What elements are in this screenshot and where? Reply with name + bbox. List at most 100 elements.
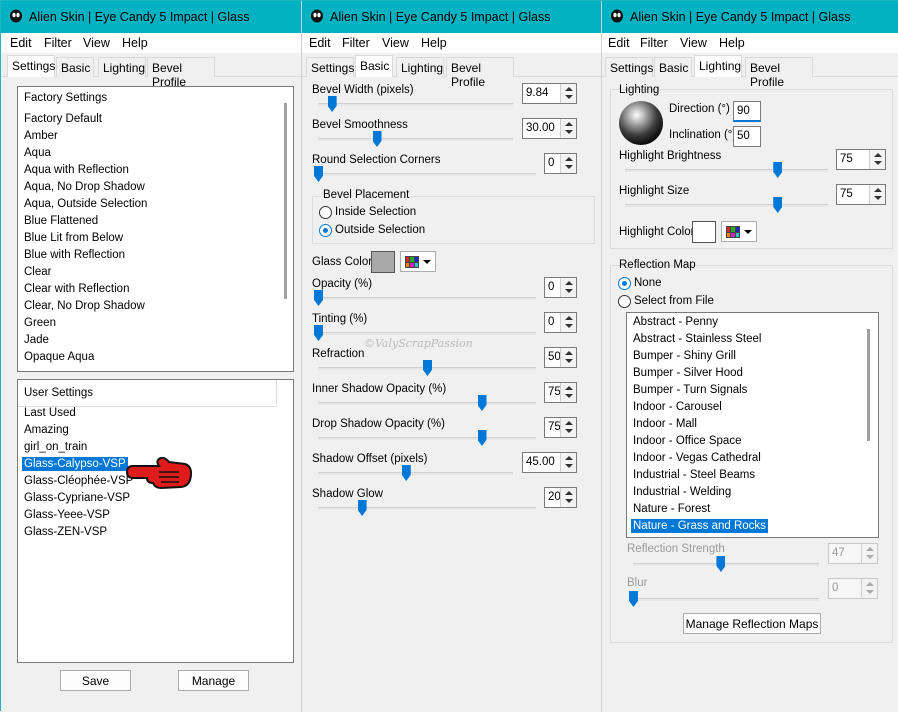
inside-selection-label[interactable]: Inside Selection bbox=[335, 206, 416, 218]
menu-view[interactable]: View bbox=[382, 36, 409, 50]
list-item[interactable]: Glass-ZEN-VSP bbox=[24, 526, 107, 538]
list-item[interactable]: Aqua, Outside Selection bbox=[24, 198, 147, 210]
blur-value[interactable]: 0 bbox=[832, 582, 838, 594]
tab-lighting[interactable]: Lighting bbox=[694, 55, 742, 77]
list-item[interactable]: Indoor - Vegas Cathedral bbox=[633, 452, 761, 464]
drop-shadow-thumb[interactable] bbox=[477, 430, 487, 446]
highlight-color-palette-button[interactable] bbox=[721, 221, 757, 242]
list-item[interactable]: Glass-Cypriane-VSP bbox=[24, 492, 130, 504]
tab-lighting[interactable]: Lighting bbox=[396, 57, 444, 77]
list-item[interactable]: girl_on_train bbox=[24, 441, 87, 453]
menu-help[interactable]: Help bbox=[719, 36, 745, 50]
list-item[interactable]: Aqua with Reflection bbox=[24, 164, 129, 176]
highlight-size-spinner[interactable]: 75 bbox=[836, 184, 886, 205]
bevel-width-value[interactable]: 9.84 bbox=[526, 87, 548, 99]
menu-filter[interactable]: Filter bbox=[640, 36, 668, 50]
bevel-smoothness-spinner[interactable]: 30.00 bbox=[522, 118, 577, 139]
manage-button[interactable]: Manage bbox=[178, 670, 249, 691]
spinner-arrows[interactable] bbox=[560, 278, 576, 297]
highlight-brightness-spinner[interactable]: 75 bbox=[836, 149, 886, 170]
shadow-glow-thumb[interactable] bbox=[357, 500, 367, 516]
list-item[interactable]: Green bbox=[24, 317, 56, 329]
inner-shadow-thumb[interactable] bbox=[477, 395, 487, 411]
spinner-arrows[interactable] bbox=[560, 453, 576, 472]
list-item[interactable]: Blue with Reflection bbox=[24, 249, 125, 261]
round-corners-slider[interactable] bbox=[318, 173, 536, 176]
highlight-size-slider[interactable] bbox=[625, 204, 828, 207]
reflection-from-file-radio[interactable] bbox=[618, 295, 631, 308]
menu-filter[interactable]: Filter bbox=[44, 36, 72, 50]
reflection-strength-value[interactable]: 47 bbox=[832, 547, 845, 559]
menu-help[interactable]: Help bbox=[122, 36, 148, 50]
bevel-smoothness-thumb[interactable] bbox=[372, 131, 382, 147]
spinner-arrows[interactable] bbox=[560, 383, 576, 402]
round-corners-thumb[interactable] bbox=[314, 166, 323, 182]
spinner-arrows[interactable] bbox=[560, 418, 576, 437]
list-item[interactable]: Last Used bbox=[24, 407, 76, 419]
tab-settings[interactable]: Settings bbox=[605, 57, 653, 77]
inner-shadow-value[interactable]: 75 bbox=[548, 386, 561, 398]
glass-color-palette-button[interactable] bbox=[400, 251, 436, 272]
tab-settings[interactable]: Settings bbox=[7, 55, 55, 77]
reflection-strength-slider[interactable] bbox=[633, 563, 819, 566]
refraction-value[interactable]: 50 bbox=[548, 351, 561, 363]
tab-basic[interactable]: Basic bbox=[56, 57, 94, 77]
spinner-arrows[interactable] bbox=[560, 488, 576, 507]
tab-basic[interactable]: Basic bbox=[654, 57, 692, 77]
menu-view[interactable]: View bbox=[83, 36, 110, 50]
tinting-value[interactable]: 0 bbox=[548, 316, 554, 328]
refraction-thumb[interactable] bbox=[423, 360, 432, 376]
list-item[interactable]: Industrial - Welding bbox=[633, 486, 731, 498]
list-item[interactable]: Clear bbox=[24, 266, 51, 278]
shadow-glow-slider[interactable] bbox=[318, 507, 536, 510]
menu-help[interactable]: Help bbox=[421, 36, 447, 50]
spinner-arrows[interactable] bbox=[560, 119, 576, 138]
highlight-brightness-value[interactable]: 75 bbox=[840, 153, 853, 165]
opacity-spinner[interactable]: 0 bbox=[544, 277, 577, 298]
reflection-map-list[interactable]: Abstract - Penny Abstract - Stainless St… bbox=[626, 312, 879, 538]
drop-shadow-value[interactable]: 75 bbox=[548, 421, 561, 433]
list-item[interactable]: Jade bbox=[24, 334, 49, 346]
drop-shadow-spinner[interactable]: 75 bbox=[544, 417, 577, 438]
tab-settings[interactable]: Settings bbox=[306, 57, 354, 77]
highlight-brightness-slider[interactable] bbox=[625, 169, 828, 172]
tab-basic[interactable]: Basic bbox=[355, 55, 393, 77]
tab-lighting[interactable]: Lighting bbox=[98, 57, 146, 77]
spinner-arrows[interactable] bbox=[869, 150, 885, 169]
reflection-from-file-label[interactable]: Select from File bbox=[634, 295, 714, 307]
inclination-field[interactable]: 50 bbox=[733, 126, 761, 147]
inside-selection-radio[interactable] bbox=[319, 206, 332, 219]
menu-edit[interactable]: Edit bbox=[309, 36, 331, 50]
blur-spinner[interactable]: 0 bbox=[828, 578, 878, 599]
opacity-thumb[interactable] bbox=[314, 290, 323, 306]
list-item[interactable]: Bumper - Shiny Grill bbox=[633, 350, 736, 362]
spinner-arrows[interactable] bbox=[560, 84, 576, 103]
list-item[interactable]: Clear with Reflection bbox=[24, 283, 129, 295]
tab-bevel-profile[interactable]: Bevel Profile bbox=[147, 57, 215, 89]
list-item[interactable]: Aqua, No Drop Shadow bbox=[24, 181, 145, 193]
list-item[interactable]: Amazing bbox=[24, 424, 69, 436]
opacity-value[interactable]: 0 bbox=[548, 281, 554, 293]
spinner-arrows[interactable] bbox=[869, 185, 885, 204]
bevel-smoothness-slider[interactable] bbox=[318, 138, 513, 141]
shadow-offset-spinner[interactable]: 45.00 bbox=[522, 452, 577, 473]
tab-bevel-profile[interactable]: Bevel Profile bbox=[745, 57, 813, 89]
user-settings-list[interactable]: User Settings Last Used Amazing girl_on_… bbox=[17, 379, 294, 663]
list-item[interactable]: Industrial - Steel Beams bbox=[633, 469, 755, 481]
drop-shadow-slider[interactable] bbox=[318, 437, 536, 440]
spinner-arrows[interactable] bbox=[861, 579, 877, 598]
shadow-offset-slider[interactable] bbox=[318, 472, 513, 475]
list-item[interactable]: Nature - Forest bbox=[633, 503, 710, 515]
list-item[interactable]: Abstract - Stainless Steel bbox=[633, 333, 761, 345]
bevel-smoothness-value[interactable]: 30.00 bbox=[526, 122, 555, 134]
inner-shadow-spinner[interactable]: 75 bbox=[544, 382, 577, 403]
spinner-arrows[interactable] bbox=[560, 154, 576, 173]
list-item[interactable]: Factory Default bbox=[24, 113, 102, 125]
shadow-glow-value[interactable]: 20 bbox=[548, 491, 561, 503]
outside-selection-label[interactable]: Outside Selection bbox=[335, 224, 425, 236]
menu-view[interactable]: View bbox=[680, 36, 707, 50]
factory-list-scrollbar[interactable] bbox=[284, 103, 287, 299]
list-item-selected[interactable]: Nature - Grass and Rocks bbox=[631, 519, 768, 533]
tab-bevel-profile[interactable]: Bevel Profile bbox=[446, 57, 514, 89]
list-item[interactable]: Glass-Yeee-VSP bbox=[24, 509, 110, 521]
